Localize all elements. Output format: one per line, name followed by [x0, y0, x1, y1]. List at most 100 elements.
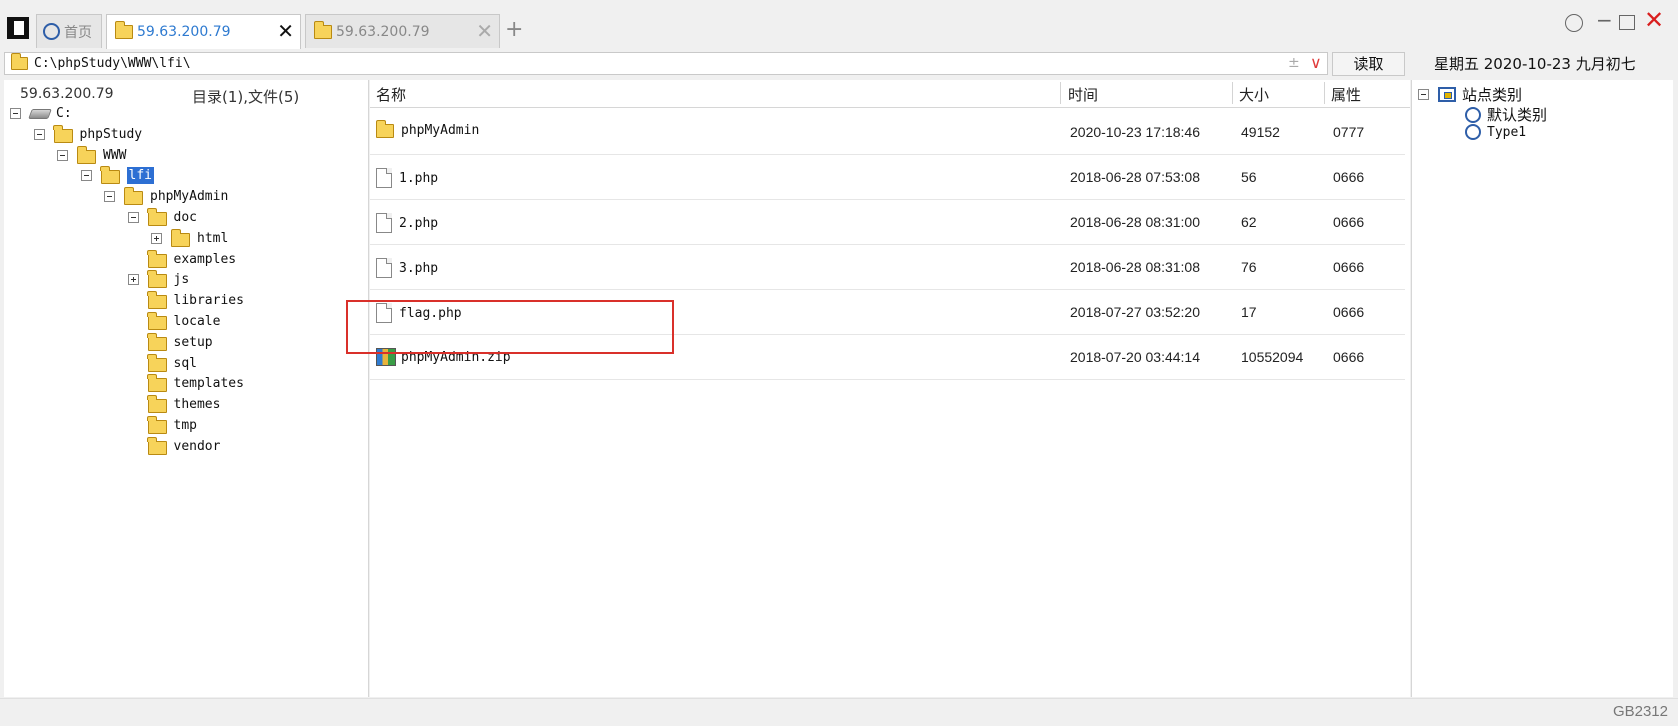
file-attr: 0666 — [1333, 349, 1365, 365]
collapse-icon[interactable] — [104, 191, 115, 203]
tree-node-label: WWW — [103, 147, 127, 163]
folder-icon — [147, 332, 167, 351]
folder-icon — [147, 353, 167, 372]
site-category-root[interactable]: 站点类别 — [1418, 84, 1522, 105]
file-row[interactable]: 1.php 2018-06-28 07:53:08 56 0666 — [370, 153, 1405, 200]
collapse-icon[interactable] — [10, 108, 21, 119]
column-header-attr[interactable]: 属性 — [1331, 84, 1361, 105]
column-divider[interactable] — [1060, 82, 1061, 104]
tab-label: 首页 — [64, 24, 92, 41]
file-size: 76 — [1241, 259, 1257, 275]
tab-host[interactable]: 59.63.200.79 ✕ — [305, 14, 500, 48]
tree-node-label: locale — [173, 314, 221, 329]
column-header-size[interactable]: 大小 — [1239, 84, 1269, 105]
collapse-icon — [128, 378, 139, 389]
file-size: 56 — [1241, 169, 1257, 185]
file-size: 62 — [1241, 214, 1257, 230]
file-icon — [376, 213, 392, 233]
folder-icon — [170, 228, 190, 247]
tree-node[interactable]: sql — [128, 353, 197, 374]
tree-node[interactable]: WWW — [57, 145, 126, 166]
expand-icon[interactable] — [151, 232, 162, 244]
tree-node[interactable]: phpStudy — [33, 124, 143, 145]
tab-bar: 首页 59.63.200.79 ✕ 59.63.200.79 ✕ + − ✕ — [0, 0, 1678, 49]
collapse-icon — [128, 441, 139, 452]
tree-node[interactable]: vendor — [128, 436, 220, 457]
close-tab-icon[interactable]: ✕ — [277, 19, 294, 43]
file-name-cell[interactable]: phpMyAdmin — [375, 119, 479, 138]
tree-node[interactable]: html — [151, 228, 228, 249]
path-input[interactable] — [34, 56, 1234, 71]
tree-node-label: doc — [173, 210, 197, 225]
collapse-icon[interactable] — [127, 212, 139, 223]
file-row[interactable]: 2.php 2018-06-28 08:31:00 62 0666 — [370, 198, 1405, 245]
date-display: 星期五 2020-10-23 九月初七 — [1434, 55, 1636, 73]
maximize-button[interactable] — [1619, 15, 1635, 30]
tree-node-label: phpStudy — [79, 126, 143, 142]
tree-node-label: tmp — [173, 418, 197, 433]
encoding-label[interactable]: GB2312 — [1613, 703, 1668, 720]
collapse-icon[interactable] — [33, 128, 45, 140]
tree-node[interactable]: tmp — [128, 415, 197, 436]
file-name-cell[interactable]: 3.php — [376, 258, 438, 278]
tree-node[interactable]: doc — [127, 207, 197, 228]
status-bar: GB2312 — [0, 698, 1678, 726]
folder-icon — [147, 312, 167, 330]
tree-node[interactable]: libraries — [128, 290, 244, 311]
collapse-icon — [128, 254, 139, 265]
collapse-icon[interactable] — [1418, 89, 1429, 100]
column-header-name[interactable]: 名称 — [376, 84, 406, 105]
file-row[interactable]: 3.php 2018-06-28 08:31:08 76 0666 — [370, 243, 1405, 290]
tab-home[interactable]: 首页 — [36, 14, 102, 48]
close-window-button[interactable]: ✕ — [1644, 8, 1664, 32]
file-name: 2.php — [399, 215, 439, 231]
close-tab-icon[interactable]: ✕ — [476, 19, 493, 43]
column-header-time[interactable]: 时间 — [1068, 84, 1098, 105]
collapse-icon — [128, 399, 139, 410]
collapse-icon — [128, 358, 139, 369]
column-divider[interactable] — [1324, 82, 1325, 104]
folder-icon — [147, 270, 167, 289]
tree-node[interactable]: templates — [128, 373, 244, 394]
folder-icon — [147, 395, 167, 414]
circle-window-icon[interactable] — [1565, 14, 1583, 32]
tab-label: 59.63.200.79 — [336, 23, 430, 40]
minimize-button[interactable]: − — [1596, 8, 1613, 32]
file-list-panel: 名称 时间 大小 属性 phpMyAdmin 2020-10-23 17:18:4… — [370, 80, 1410, 697]
tab-host-active[interactable]: 59.63.200.79 ✕ — [106, 14, 301, 49]
read-button[interactable]: 读取 — [1332, 52, 1405, 76]
folder-icon — [147, 249, 167, 268]
file-row[interactable]: phpMyAdmin 2020-10-23 17:18:46 49152 0777 — [370, 108, 1405, 155]
column-divider[interactable] — [1232, 82, 1233, 104]
tree-node[interactable]: C: — [10, 103, 72, 124]
add-tab-button[interactable]: + — [505, 18, 523, 42]
folder-icon — [76, 145, 96, 164]
collapse-icon[interactable] — [57, 149, 68, 161]
tree-node[interactable]: lfi — [80, 165, 154, 186]
tree-node[interactable]: js — [127, 269, 189, 290]
site-category-item-label: Type1 — [1487, 124, 1527, 140]
address-bar: ± ∨ — [4, 52, 1328, 75]
tree-node-label: phpMyAdmin — [150, 189, 229, 205]
collapse-icon[interactable] — [80, 170, 92, 182]
file-time: 2018-07-20 03:44:14 — [1070, 349, 1200, 365]
plus-minus-icon[interactable]: ± — [1288, 55, 1300, 71]
tree-node[interactable]: examples — [128, 249, 236, 270]
chevron-down-icon[interactable]: ∨ — [1310, 53, 1322, 72]
collapse-icon — [128, 337, 139, 348]
tree-node-label: setup — [173, 334, 213, 350]
site-category-item[interactable]: Type1 — [1465, 124, 1526, 140]
tree-node-label: sql — [173, 355, 197, 371]
home-circle-icon — [43, 23, 60, 40]
site-category-item[interactable]: 默认类别 — [1465, 104, 1547, 125]
tree-node[interactable]: phpMyAdmin — [104, 186, 228, 207]
tree-node-label: templates — [173, 376, 244, 392]
folder-icon — [147, 416, 167, 434]
expand-icon[interactable] — [127, 274, 139, 286]
file-name-cell[interactable]: 2.php — [376, 213, 438, 233]
file-name-cell[interactable]: 1.php — [376, 168, 438, 188]
tree-node[interactable]: themes — [128, 394, 220, 415]
tree-node-label: lfi — [126, 167, 154, 185]
tree-node[interactable]: setup — [128, 332, 213, 353]
tree-node[interactable]: locale — [128, 311, 221, 332]
